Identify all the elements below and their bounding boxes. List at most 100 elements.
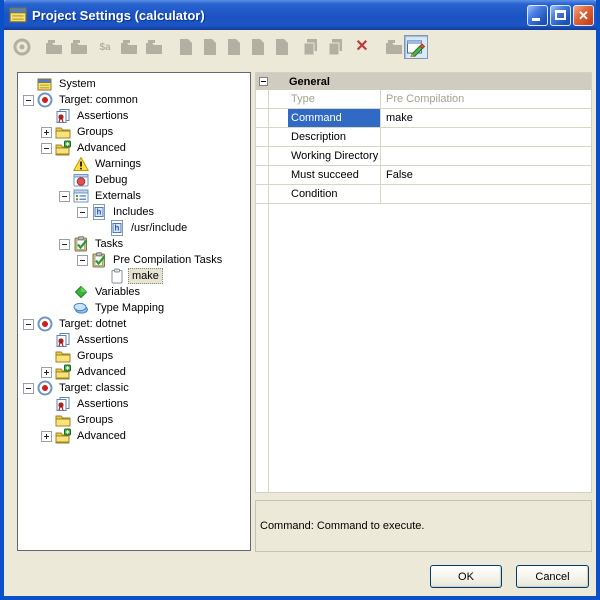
property-name-cell[interactable]: Must succeed <box>256 166 381 184</box>
new-item-1-button <box>174 35 198 59</box>
property-value-cell[interactable]: Pre Compilation <box>381 90 591 108</box>
tree-item-label[interactable]: Groups <box>74 349 116 363</box>
property-row-must-succeed[interactable]: Must succeedFalse <box>256 166 591 185</box>
tree-item-label[interactable]: Type Mapping <box>92 301 167 315</box>
category-collapse-icon[interactable] <box>259 77 268 86</box>
tree-item-label[interactable]: /usr/include <box>128 221 190 235</box>
cancel-button[interactable]: Cancel <box>516 565 589 588</box>
collapse-icon[interactable] <box>77 255 88 266</box>
tree-item-label[interactable]: Assertions <box>74 333 131 347</box>
folder-icon <box>55 124 71 140</box>
tree-item-groups[interactable]: Groups <box>18 124 250 140</box>
maximize-button[interactable] <box>550 5 571 26</box>
tree-item-label[interactable]: Variables <box>92 285 143 299</box>
tree-item-label[interactable]: Pre Compilation Tasks <box>110 253 225 267</box>
tree-item-tasks[interactable]: Tasks <box>18 236 250 252</box>
tree-item-assertions[interactable]: Assertions <box>18 332 250 348</box>
minimize-icon <box>532 18 540 21</box>
tree-item-externals[interactable]: Externals <box>18 188 250 204</box>
property-row-type[interactable]: TypePre Compilation <box>256 90 591 109</box>
property-name-cell[interactable]: Command <box>256 109 381 127</box>
settings-tree[interactable]: System Target: common Assertions Groups Adva… <box>17 72 251 551</box>
tree-item-target-common[interactable]: Target: common <box>18 92 250 108</box>
new-item-5-icon <box>272 37 292 57</box>
tree-item-label[interactable]: Tasks <box>92 237 126 251</box>
tree-item-label[interactable]: Externals <box>92 189 144 203</box>
property-value-cell[interactable] <box>381 185 591 203</box>
property-value-cell[interactable]: False <box>381 166 591 184</box>
expand-icon[interactable] <box>41 367 52 378</box>
externals-icon <box>73 188 89 204</box>
tree-item-label[interactable]: Debug <box>92 173 130 187</box>
property-row-condition[interactable]: Condition <box>256 185 591 204</box>
collapse-icon[interactable] <box>41 143 52 154</box>
property-description-panel: Command: Command to execute. <box>255 500 592 552</box>
property-name-cell[interactable]: Condition <box>256 185 381 203</box>
property-value-cell[interactable]: make <box>381 109 591 127</box>
tree-item-warnings[interactable]: Warnings <box>18 156 250 172</box>
expand-icon[interactable] <box>41 127 52 138</box>
property-row-working-directory[interactable]: Working Directory <box>256 147 591 166</box>
expand-icon[interactable] <box>41 431 52 442</box>
tree-item-system[interactable]: System <box>18 76 250 92</box>
tree-item-type-mapping[interactable]: Type Mapping <box>18 300 250 316</box>
folder-icon <box>55 348 71 364</box>
tree-item-pre-compilation-tasks[interactable]: Pre Compilation Tasks <box>18 252 250 268</box>
tree-item-target-classic[interactable]: Target: classic <box>18 380 250 396</box>
properties-icon <box>384 37 404 57</box>
tree-item-advanced[interactable]: Advanced <box>18 140 250 156</box>
property-name-cell[interactable]: Description <box>256 128 381 146</box>
tree-item-assertions[interactable]: Assertions <box>18 396 250 412</box>
tree-item--usr-include[interactable]: h/usr/include <box>18 220 250 236</box>
maximize-icon <box>555 10 566 20</box>
tree-item-label[interactable]: Target: dotnet <box>56 317 129 331</box>
close-button[interactable]: ✕ <box>573 5 594 26</box>
collapse-icon[interactable] <box>23 95 34 106</box>
tree-item-label[interactable]: Includes <box>110 205 157 219</box>
app-icon <box>9 6 27 24</box>
tree-item-groups[interactable]: Groups <box>18 348 250 364</box>
collapse-icon[interactable] <box>59 191 70 202</box>
ok-button[interactable]: OK <box>430 565 502 588</box>
property-name-cell[interactable]: Working Directory <box>256 147 381 165</box>
new-group-alt-button <box>142 35 166 59</box>
tree-item-target-dotnet[interactable]: Target: dotnet <box>18 316 250 332</box>
tree-item-variables[interactable]: Variables <box>18 284 250 300</box>
tree-item-advanced[interactable]: Advanced <box>18 364 250 380</box>
property-value-cell[interactable] <box>381 147 591 165</box>
new-item-1-icon <box>176 37 196 57</box>
tree-item-label[interactable]: Advanced <box>74 365 129 379</box>
tree-item-label[interactable]: System <box>56 77 99 91</box>
tree-item-advanced[interactable]: Advanced <box>18 428 250 444</box>
tree-item-label[interactable]: Assertions <box>74 397 131 411</box>
property-row-description[interactable]: Description <box>256 128 591 147</box>
tree-item-label[interactable]: Assertions <box>74 109 131 123</box>
tree-item-label[interactable]: Groups <box>74 125 116 139</box>
collapse-icon[interactable] <box>59 239 70 250</box>
delete-button[interactable]: ✕ <box>350 35 374 59</box>
edit-button[interactable] <box>404 35 428 59</box>
collapse-icon[interactable] <box>23 319 34 330</box>
tree-item-label[interactable]: Target: common <box>56 93 141 107</box>
tree-item-make[interactable]: make <box>18 268 250 284</box>
tree-item-debug[interactable]: Debug <box>18 172 250 188</box>
tree-item-includes[interactable]: hIncludes <box>18 204 250 220</box>
target-icon <box>37 92 53 108</box>
property-row-command[interactable]: Commandmake <box>256 109 591 128</box>
tree-item-label[interactable]: Advanced <box>74 429 129 443</box>
tree-item-groups[interactable]: Groups <box>18 412 250 428</box>
tree-item-label[interactable]: Warnings <box>92 157 144 171</box>
category-header-general[interactable]: General <box>256 73 591 90</box>
collapse-icon[interactable] <box>77 207 88 218</box>
tree-item-assertions[interactable]: Assertions <box>18 108 250 124</box>
tree-item-label[interactable]: Target: classic <box>56 381 132 395</box>
tree-item-label[interactable]: Groups <box>74 413 116 427</box>
property-value-cell[interactable] <box>381 128 591 146</box>
collapse-icon[interactable] <box>23 383 34 394</box>
tree-item-label[interactable]: Advanced <box>74 141 129 155</box>
new-folder-icon <box>44 37 64 57</box>
tree-item-label[interactable]: make <box>128 268 163 284</box>
minimize-button[interactable] <box>527 5 548 26</box>
property-grid[interactable]: General TypePre CompilationCommandmakeDe… <box>255 72 592 493</box>
property-name-cell[interactable]: Type <box>256 90 381 108</box>
